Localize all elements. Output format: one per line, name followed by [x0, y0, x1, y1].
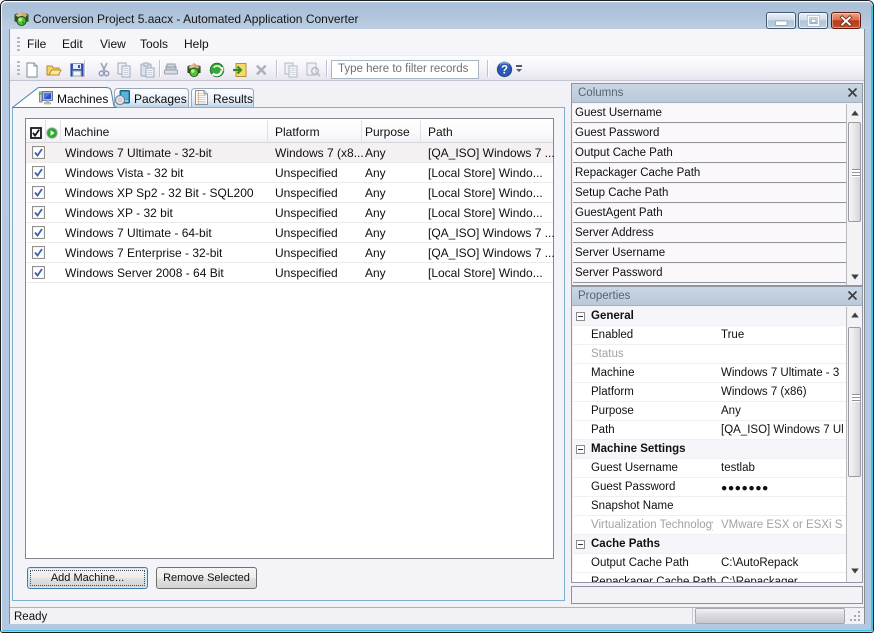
svg-text:?: ? [501, 65, 508, 77]
